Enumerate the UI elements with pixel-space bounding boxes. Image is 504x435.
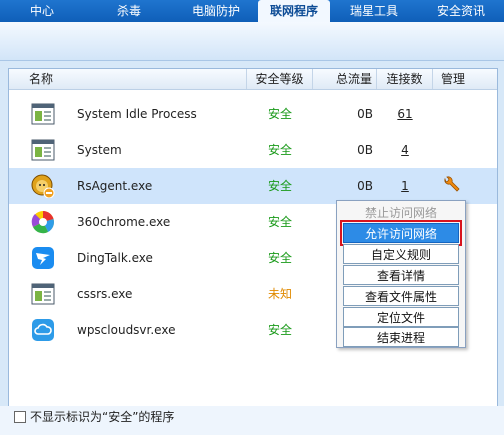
connection-count-link[interactable]: 4 <box>377 132 433 168</box>
toolbar-band <box>0 22 504 61</box>
tab-rising-tools[interactable]: 瑞星工具 <box>330 0 418 22</box>
context-menu: 禁止访问网络 允许访问网络 自定义规则 查看详情 查看文件属性 定位文件 结束进… <box>336 200 466 348</box>
wps-cloud-icon <box>32 319 54 341</box>
360-chrome-icon <box>31 211 54 234</box>
security-level: 安全 <box>267 215 292 229</box>
header-flow[interactable]: 总流量 <box>313 69 377 89</box>
header-manage: 管理 <box>440 72 465 86</box>
process-name: System Idle Process <box>77 107 197 121</box>
tab-network-programs[interactable]: 联网程序 <box>258 0 330 22</box>
window-app-icon <box>31 103 55 125</box>
table-row[interactable]: RsAgent.exe 安全 0B 1 <box>9 168 497 204</box>
security-level: 安全 <box>267 107 292 121</box>
security-level: 安全 <box>267 143 292 157</box>
tab-pc-protection[interactable]: 电脑防护 <box>174 0 258 22</box>
window-app-icon <box>31 139 55 161</box>
process-name: RsAgent.exe <box>77 179 153 193</box>
menu-item-custom-rule[interactable]: 自定义规则 <box>343 244 459 264</box>
menu-item-block-network: 禁止访问网络 <box>364 206 437 220</box>
window-app-icon <box>31 283 55 305</box>
total-flow: 0B <box>357 107 373 121</box>
process-name: cssrs.exe <box>77 287 133 301</box>
connection-count-link[interactable]: 1 <box>377 168 433 204</box>
tab-center[interactable]: 中心 <box>0 0 84 22</box>
table-row[interactable]: System 安全 0B 4 <box>9 132 497 168</box>
tab-security-news[interactable]: 安全资讯 <box>418 0 504 22</box>
security-level: 安全 <box>267 251 292 265</box>
header-name[interactable]: 名称 <box>9 69 247 89</box>
security-level: 未知 <box>267 287 292 301</box>
table-header: 名称 安全等级 总流量 连接数 管理 <box>9 69 497 90</box>
process-name: 360chrome.exe <box>77 215 171 229</box>
total-flow: 0B <box>357 179 373 193</box>
connection-count-link[interactable]: 61 <box>377 96 433 132</box>
dingtalk-icon <box>32 247 54 269</box>
menu-item-file-properties[interactable]: 查看文件属性 <box>343 286 459 306</box>
security-level: 安全 <box>267 323 292 337</box>
tab-antivirus[interactable]: 杀毒 <box>84 0 174 22</box>
hide-safe-checkbox[interactable] <box>14 411 26 423</box>
top-nav: 中心 杀毒 电脑防护 联网程序 瑞星工具 安全资讯 <box>0 0 504 22</box>
wrench-icon[interactable] <box>441 176 461 196</box>
security-level: 安全 <box>267 179 292 193</box>
total-flow: 0B <box>357 143 373 157</box>
hide-safe-label[interactable]: 不显示标识为“安全”的程序 <box>30 408 174 426</box>
process-name: System <box>77 143 122 157</box>
menu-item-view-details[interactable]: 查看详情 <box>343 265 459 285</box>
header-level[interactable]: 安全等级 <box>247 69 313 89</box>
table-row[interactable]: System Idle Process 安全 0B 61 <box>9 96 497 132</box>
process-name: DingTalk.exe <box>77 251 153 265</box>
menu-item-locate-file[interactable]: 定位文件 <box>343 307 459 327</box>
header-conn[interactable]: 连接数 <box>377 69 433 89</box>
menu-item-allow-network[interactable]: 允许访问网络 <box>340 220 462 246</box>
process-name: wpscloudsvr.exe <box>77 323 176 337</box>
rising-lion-icon <box>31 174 55 198</box>
menu-item-end-process[interactable]: 结束进程 <box>343 327 459 347</box>
